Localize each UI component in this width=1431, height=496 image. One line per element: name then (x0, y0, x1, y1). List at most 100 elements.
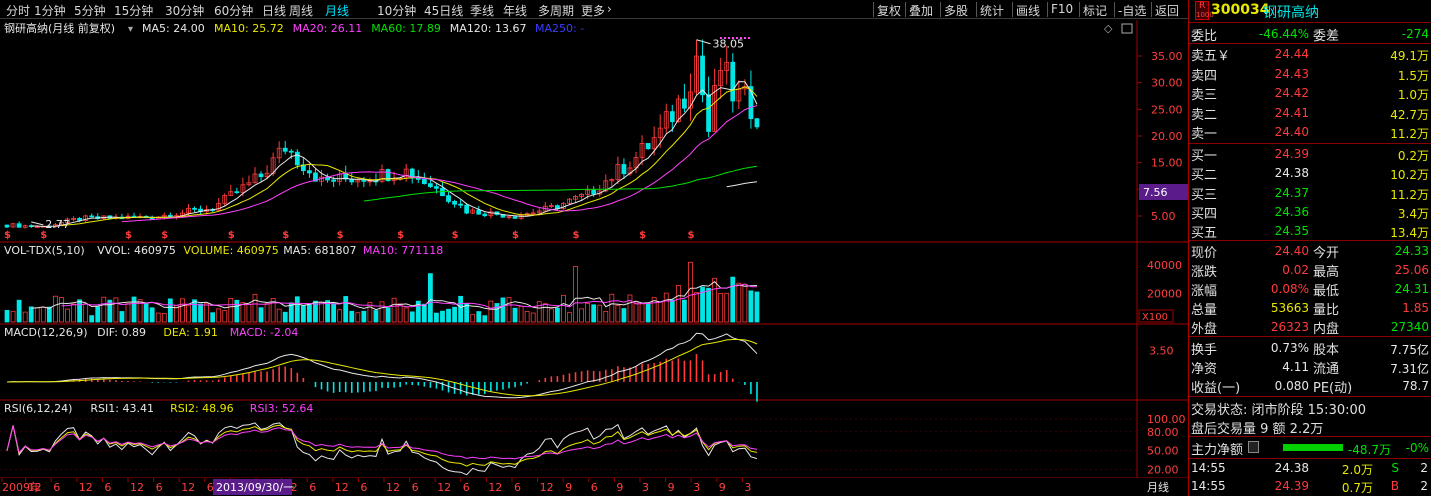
period-tab-11[interactable]: 季线 (470, 2, 494, 19)
volume-bar (77, 299, 82, 323)
buy-level-volume: 13.4万 (1390, 226, 1429, 241)
buy-level-label: 买四 (1191, 206, 1218, 222)
buy-level-price[interactable]: 24.38 (1239, 166, 1309, 180)
sell-level-price[interactable]: 24.42 (1239, 86, 1309, 100)
sell-level-price[interactable]: 24.44 (1239, 47, 1309, 61)
weibi-label: 委比 (1191, 29, 1218, 44)
sell-level-volume: 1.0万 (1397, 88, 1429, 103)
chart-area[interactable]: 35.0030.0025.0020.0015.0010.005.00钢研高纳(月… (0, 20, 1188, 496)
stat-label: 今开 (1313, 246, 1340, 261)
candle-body (476, 209, 482, 215)
dividend-mark[interactable]: $ (397, 230, 404, 241)
buy-level-price[interactable]: 24.36 (1239, 205, 1309, 219)
ma-legend-3: MA60: 17.89 (371, 22, 441, 35)
period-tab-5[interactable]: 60分钟 (214, 2, 253, 19)
x-tick-label: 3 (693, 481, 700, 494)
chevron-down-icon[interactable]: ▾ (128, 24, 133, 35)
dividend-mark[interactable]: $ (512, 230, 519, 241)
sell-level-price[interactable]: 24.40 (1239, 125, 1309, 139)
dividend-mark[interactable]: $ (40, 230, 47, 241)
x-tick-label: 6 (156, 481, 163, 494)
rsi-y-tick-label: 80.00 (1147, 426, 1179, 439)
sell-level-label: 卖四 (1191, 68, 1218, 84)
period-tab-12[interactable]: 年线 (503, 2, 527, 19)
action-button-0[interactable]: 复权 (877, 2, 901, 19)
action-button-2[interactable]: 多股 (944, 2, 968, 19)
dividend-mark[interactable]: $ (4, 230, 11, 241)
period-label: 月线 (1147, 480, 1169, 494)
y-tick-label: 25.00 (1151, 103, 1183, 116)
fund-value: 7.31亿 (1390, 362, 1429, 376)
dividend-mark[interactable]: $ (573, 230, 580, 241)
period-tab-1[interactable]: 1分钟 (34, 2, 66, 19)
volume-bar (349, 310, 355, 323)
period-tab-2[interactable]: 5分钟 (74, 2, 106, 19)
dividend-mark[interactable]: $ (161, 230, 168, 241)
rsi-y-tick-label: 100.00 (1147, 413, 1186, 426)
volume-bar (300, 305, 306, 323)
diamond-icon[interactable]: ◇ (1104, 22, 1113, 35)
volume-bar (621, 308, 627, 323)
action-button-4[interactable]: 画线 (1016, 2, 1040, 19)
dividend-mark[interactable]: $ (639, 230, 646, 241)
stat-label: 现价 (1191, 246, 1218, 261)
vol-legend-2: VOLUME: 460975 (184, 244, 279, 257)
action-button-7[interactable]: -自选 (1118, 2, 1146, 19)
sell-level-price[interactable]: 24.43 (1239, 67, 1309, 81)
x-tick-label: 3 (744, 481, 751, 494)
period-tab-14[interactable]: 更多 (581, 2, 605, 19)
volume-bar (198, 303, 203, 323)
action-button-1[interactable]: 叠加 (909, 2, 933, 19)
action-button-5[interactable]: F10 (1051, 2, 1073, 16)
volume-bar (192, 299, 197, 323)
buy-level-price[interactable]: 24.37 (1239, 186, 1309, 200)
candle-body (512, 216, 518, 219)
dividend-mark[interactable]: $ (452, 230, 459, 241)
candle-body (427, 183, 433, 187)
period-tab-7[interactable]: 周线 (289, 2, 313, 19)
buy-level-price[interactable]: 24.39 (1239, 147, 1309, 161)
dividend-mark[interactable]: $ (282, 230, 289, 241)
candle-body (331, 179, 337, 182)
x-tick-label: 12 (79, 481, 93, 494)
y-tick-label: 35.00 (1151, 50, 1183, 63)
volume-bar (452, 306, 457, 323)
vol-y-tick-label: 20000 (1147, 288, 1182, 301)
action-button-8[interactable]: 返回 (1155, 2, 1179, 19)
period-tab-10[interactable]: 45日线 (424, 2, 463, 19)
period-tab-9[interactable]: 10分钟 (377, 2, 416, 19)
volume-bar (730, 276, 736, 323)
rsi-legend-0: RSI(6,12,24) (4, 402, 72, 415)
stock-code: 300034 (1211, 2, 1270, 18)
divider (1189, 143, 1431, 144)
sell-level-price[interactable]: 24.41 (1239, 106, 1309, 120)
volume-bar (234, 299, 240, 323)
dividend-mark[interactable]: $ (125, 230, 132, 241)
period-tab-0[interactable]: 分时 (6, 2, 30, 19)
action-button-6[interactable]: 标记 (1083, 2, 1107, 19)
chevron-right-icon[interactable]: › (607, 2, 612, 16)
action-button-3[interactable]: 统计 (980, 2, 1004, 19)
candle-body (446, 195, 451, 202)
candle-body (482, 213, 488, 217)
period-tab-3[interactable]: 15分钟 (114, 2, 153, 19)
dividend-mark[interactable]: $ (687, 230, 694, 241)
buy-level-label: 买五 (1191, 226, 1218, 242)
menu-icon[interactable] (1248, 441, 1259, 453)
vol-legend-3: MA5: 681807 (283, 244, 356, 257)
dividend-mark[interactable]: $ (228, 230, 235, 241)
period-tab-4[interactable]: 30分钟 (165, 2, 204, 19)
volume-bar (307, 303, 312, 323)
x-tick-label: 6 (207, 481, 214, 494)
divider (1189, 458, 1431, 459)
dividend-mark[interactable]: $ (337, 230, 344, 241)
stat-label: 最高 (1313, 265, 1340, 280)
period-tab-13[interactable]: 多周期 (538, 2, 574, 19)
period-tab-8[interactable]: 月线 (325, 2, 349, 19)
buy-level-volume: 0.2万 (1397, 149, 1429, 163)
buy-level-price[interactable]: 24.35 (1239, 224, 1309, 238)
x-tick-label: 6 (463, 481, 470, 494)
period-tab-6[interactable]: 日线 (262, 2, 286, 19)
volume-bar (440, 310, 445, 323)
y-tick-label: 5.00 (1151, 210, 1176, 223)
